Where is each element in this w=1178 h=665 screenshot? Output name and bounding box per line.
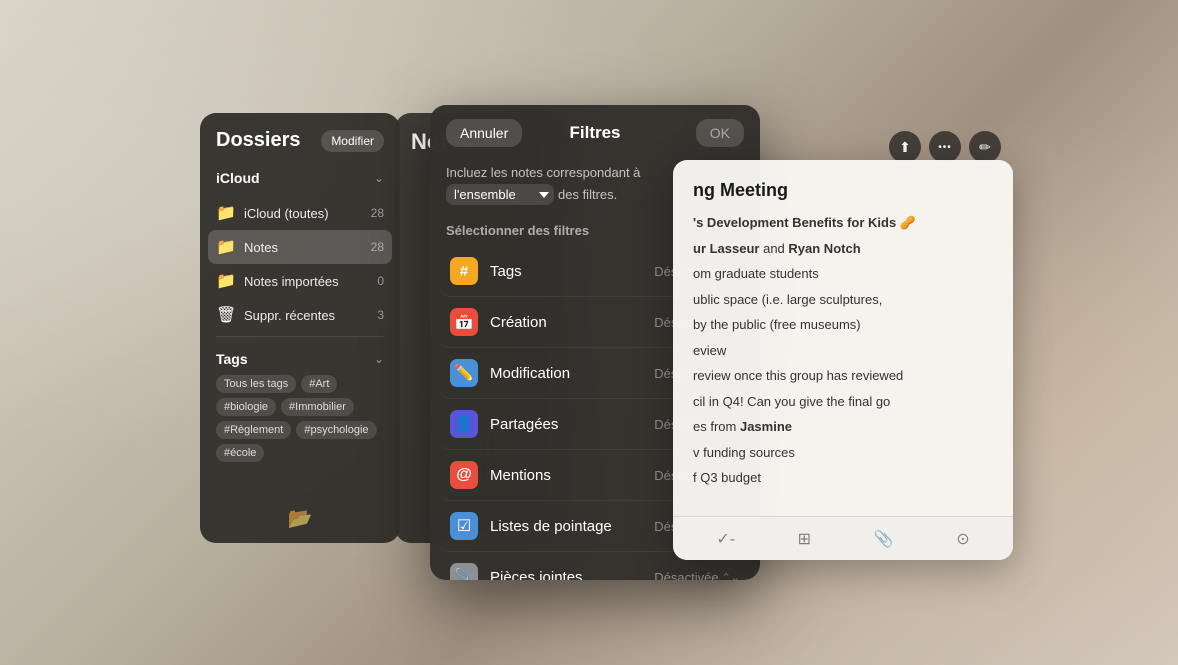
note-line-9: v funding sources — [693, 443, 993, 463]
note-body: 's Development Benefits for Kids 🥜 ur La… — [693, 213, 993, 488]
attachment-icon: 📎 — [874, 531, 894, 548]
sidebar-dossiers: Dossiers Modifier iCloud ⌄ 📁 iCloud (tou… — [200, 113, 400, 543]
folder-name-icloud: iCloud (toutes) — [244, 206, 363, 221]
note-line-3: ublic space (i.e. large sculptures, — [693, 290, 993, 310]
sidebar-header: Dossiers Modifier — [200, 129, 400, 164]
folder-count-notes: 28 — [371, 240, 384, 254]
filter-icon-creation: 📅 — [450, 308, 478, 336]
folder-count-icloud: 28 — [371, 206, 384, 220]
folder-icon-icloud: 📁 — [216, 203, 236, 223]
filter-chevron-pieces: ⌃⌄ — [722, 571, 740, 581]
more-icon: ••• — [938, 142, 952, 153]
folder-icon-recent: 🗑 — [216, 305, 236, 325]
tag-chip-psychologie[interactable]: #psychologie — [296, 421, 376, 439]
folder-icon-imported: 📁 — [216, 271, 236, 291]
tag-chip-ecole[interactable]: #école — [216, 444, 264, 462]
sidebar-title: Dossiers — [216, 129, 301, 152]
filter-icon-tags: # — [450, 257, 478, 285]
share-button[interactable]: ⬆ — [889, 131, 921, 163]
tags-header-row: Tags ⌄ — [216, 351, 384, 367]
icloud-label: iCloud — [216, 170, 260, 186]
filter-icon-mentions: @ — [450, 461, 478, 489]
filter-icon-pieces: 📎 — [450, 563, 478, 580]
folder-item-recent[interactable]: 🗑 Suppr. récentes 3 — [208, 298, 392, 332]
icloud-section: iCloud ⌄ — [200, 164, 400, 192]
filter-name-modification: Modification — [490, 365, 642, 382]
folder-name-recent: Suppr. récentes — [244, 308, 369, 323]
table-icon: ⊞ — [798, 531, 811, 548]
filter-status-pieces: Désactivée ⌃⌄ — [654, 570, 740, 581]
sidebar-bottom: 📂 — [200, 506, 400, 531]
tags-chevron-icon: ⌄ — [374, 352, 384, 366]
folder-name-notes: Notes — [244, 240, 363, 255]
note-line-10: f Q3 budget — [693, 468, 993, 488]
filter-icon-modification: ✏️ — [450, 359, 478, 387]
note-detail-panel: ng Meeting 's Development Benefits for K… — [673, 160, 1013, 560]
folder-name-imported: Notes importées — [244, 274, 369, 289]
folder-item-notes[interactable]: 📁 Notes 28 — [208, 230, 392, 264]
compose-button[interactable]: ✏ — [969, 131, 1001, 163]
sidebar-divider — [216, 336, 384, 337]
modifier-button[interactable]: Modifier — [321, 130, 384, 152]
filter-name-listes: Listes de pointage — [490, 518, 642, 535]
note-line-5: eview — [693, 341, 993, 361]
note-line-4: by the public (free museums) — [693, 315, 993, 335]
tag-chip-immobilier[interactable]: #Immobilier — [281, 398, 354, 416]
note-content: ng Meeting 's Development Benefits for K… — [673, 160, 1013, 514]
filter-icon-listes: ☑ — [450, 512, 478, 540]
folder-count-recent: 3 — [377, 308, 384, 322]
compose-icon: ✏ — [979, 139, 991, 156]
match-suffix: des filtres. — [558, 187, 617, 202]
checklist-icon: ✓- — [716, 531, 735, 548]
action-icon: ⊙ — [956, 531, 969, 548]
tag-chips: Tous les tags #Art #biologie #Immobilier… — [216, 375, 384, 470]
icloud-chevron-icon: ⌄ — [374, 171, 384, 185]
share-icon: ⬆ — [899, 139, 911, 156]
note-line-7: cil in Q4! Can you give the final go — [693, 392, 993, 412]
filter-name-partages: Partagées — [490, 416, 642, 433]
modal-cancel-button[interactable]: Annuler — [446, 119, 522, 147]
tags-section: Tags ⌄ Tous les tags #Art #biologie #Imm… — [200, 341, 400, 470]
folder-count-imported: 0 — [377, 274, 384, 288]
note-line-1: ur Lasseur and Ryan Notch — [693, 239, 993, 259]
folder-item-imported[interactable]: 📁 Notes importées 0 — [208, 264, 392, 298]
filter-icon-partages: 👤 — [450, 410, 478, 438]
tags-label: Tags — [216, 351, 248, 367]
note-tool-attachment[interactable]: 📎 — [866, 525, 902, 553]
note-line-8: es from Jasmine — [693, 417, 993, 437]
tag-chip-biologie[interactable]: #biologie — [216, 398, 276, 416]
note-line-2: om graduate students — [693, 264, 993, 284]
note-bottom-toolbar: ✓- ⊞ 📎 ⊙ — [673, 516, 1013, 560]
folder-list: 📁 iCloud (toutes) 28 📁 Notes 28 📁 Notes … — [200, 196, 400, 332]
note-tool-action[interactable]: ⊙ — [948, 525, 977, 553]
filter-match-select[interactable]: l'ensemble n'importe quel — [446, 184, 554, 205]
filter-name-pieces: Pièces jointes — [490, 569, 642, 581]
note-tool-table[interactable]: ⊞ — [790, 525, 819, 553]
note-tool-checklist[interactable]: ✓- — [708, 525, 743, 553]
more-button[interactable]: ••• — [929, 131, 961, 163]
modal-title: Filtres — [569, 123, 620, 143]
folder-item-icloud[interactable]: 📁 iCloud (toutes) 28 — [208, 196, 392, 230]
filter-name-creation: Création — [490, 314, 642, 331]
filter-name-mentions: Mentions — [490, 467, 642, 484]
folder-icon-notes: 📁 — [216, 237, 236, 257]
note-line-6: review once this group has reviewed — [693, 366, 993, 386]
tag-chip-art[interactable]: #Art — [301, 375, 337, 393]
tag-chip-reglement[interactable]: #Règlement — [216, 421, 291, 439]
filter-name-tags: Tags — [490, 263, 642, 280]
include-text: Incluez les notes correspondant à — [446, 165, 640, 180]
tag-chip-all[interactable]: Tous les tags — [216, 375, 296, 393]
icloud-row[interactable]: iCloud ⌄ — [216, 164, 384, 192]
new-folder-button[interactable]: 📂 — [288, 506, 313, 531]
note-meeting-title: ng Meeting — [693, 180, 993, 201]
note-line-0: 's Development Benefits for Kids 🥜 — [693, 213, 993, 233]
